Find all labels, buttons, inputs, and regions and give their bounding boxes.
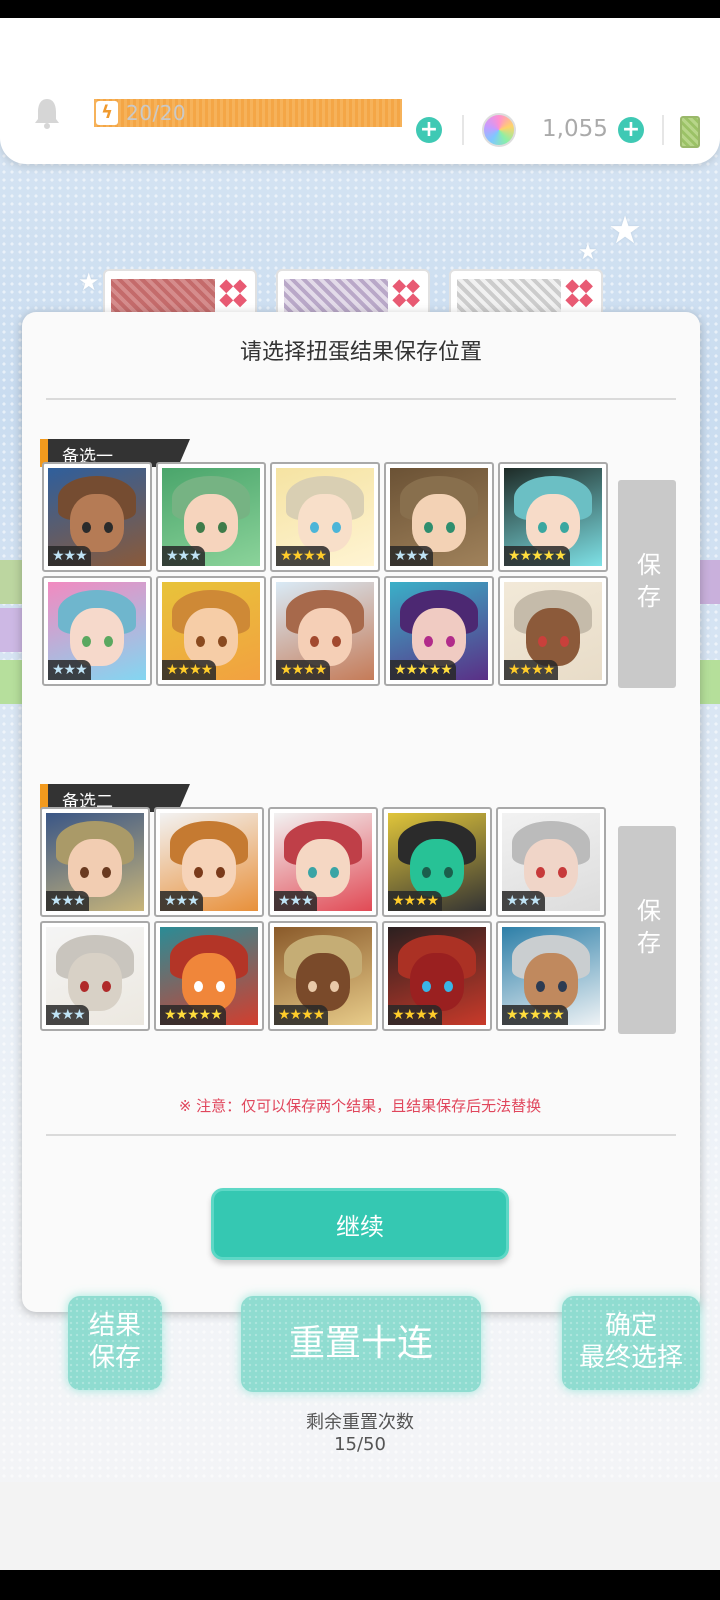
character-card[interactable]: ★★★	[156, 462, 266, 572]
star-icon: ★	[578, 240, 598, 265]
battery-icon	[680, 116, 700, 148]
character-card[interactable]: ★★★★	[270, 462, 380, 572]
add-currency-plus-icon[interactable]: +	[618, 117, 644, 143]
character-card[interactable]: ★★★	[268, 807, 378, 917]
star-rating: ★★★	[502, 891, 545, 911]
character-card[interactable]: ★★★	[384, 462, 494, 572]
slot-one-save-button[interactable]: 保存	[618, 480, 676, 688]
rainbow-orb-icon	[482, 113, 516, 147]
save-result-line2: 保存	[88, 1343, 141, 1373]
star-rating: ★★★	[46, 1005, 89, 1025]
star-rating: ★★★★	[274, 1005, 329, 1025]
game-screen: ϟ 20/20 + 1,055 + ★ ★ ★ ◆◆ ◆◆ ◆◆ ◆◆ ◆◆ ◆◆ 请…	[0, 0, 720, 1600]
divider	[46, 398, 676, 400]
confirm-line2: 最终选择	[578, 1343, 683, 1373]
slot-one-grid: ★★★ ★★★ ★★★★ ★★★ ★★★★★ ★★★ ★★★★ ★★★★ ★★★★★ ★★★★	[42, 462, 608, 686]
bell-icon[interactable]	[32, 96, 62, 130]
character-card[interactable]: ★★★	[496, 807, 606, 917]
character-card[interactable]: ★★★★	[270, 576, 380, 686]
dialog-title: 请选择扭蛋结果保存位置	[239, 340, 482, 365]
star-rating: ★★★★	[276, 546, 331, 566]
continue-button[interactable]: 继续	[211, 1188, 509, 1260]
character-card[interactable]: ★★★	[42, 462, 152, 572]
character-card[interactable]: ★★★★	[268, 921, 378, 1031]
confirm-line1: 确定	[604, 1311, 657, 1341]
star-rating: ★★★	[48, 660, 91, 680]
character-card[interactable]: ★★★★	[382, 807, 492, 917]
star-rating: ★★★★	[388, 891, 443, 911]
add-stamina-plus-icon[interactable]: +	[416, 117, 442, 143]
bottom-bar	[0, 1570, 720, 1600]
currency-value: 1,055	[542, 116, 608, 142]
star-rating: ★★★★★	[390, 660, 456, 680]
save-result-button[interactable]: 结果 保存	[68, 1296, 162, 1390]
star-rating: ★★★	[162, 546, 205, 566]
star-rating: ★★★★	[504, 660, 559, 680]
slot-two-grid: ★★★ ★★★ ★★★ ★★★★ ★★★ ★★★ ★★★★★ ★★★★ ★★★★ ★★★★★	[40, 807, 606, 1031]
star-rating: ★★★★	[388, 1005, 443, 1025]
star-rating: ★★★★	[276, 660, 331, 680]
character-card[interactable]: ★★★	[40, 921, 150, 1031]
star-rating: ★★★	[274, 891, 317, 911]
star-icon: ★	[78, 268, 100, 296]
hud-divider	[662, 115, 664, 145]
warning-note: ※ 注意：仅可以保存两个结果，且结果保存后无法替换	[178, 1097, 542, 1115]
character-card[interactable]: ★★★★★	[384, 576, 494, 686]
character-card[interactable]: ★★★	[42, 576, 152, 686]
star-rating: ★★★★	[162, 660, 217, 680]
top-hud: ϟ 20/20 + 1,055 +	[0, 18, 720, 164]
character-card[interactable]: ★★★★★	[498, 462, 608, 572]
star-rating: ★★★	[160, 891, 203, 911]
character-card[interactable]: ★★★	[154, 807, 264, 917]
reset-ten-pull-button[interactable]: 重置十连	[241, 1296, 481, 1392]
star-rating: ★★★	[48, 546, 91, 566]
save-result-line1: 结果	[88, 1311, 141, 1341]
lightning-icon: ϟ	[96, 101, 118, 125]
confirm-final-choice-button[interactable]: 确定 最终选择	[562, 1296, 700, 1390]
star-rating: ★★★★★	[502, 1005, 568, 1025]
star-rating: ★★★★★	[504, 546, 570, 566]
character-card[interactable]: ★★★★★	[154, 921, 264, 1031]
navigation-bar	[0, 1482, 720, 1570]
stamina-value: 20/20	[126, 101, 187, 125]
slot-two-save-button[interactable]: 保存	[618, 826, 676, 1034]
remaining-resets-count: 15/50	[334, 1434, 386, 1455]
star-icon: ★	[608, 208, 643, 252]
remaining-resets-label: 剩余重置次数	[306, 1412, 414, 1433]
save-position-dialog: 请选择扭蛋结果保存位置 备选一 ★★★ ★★★ ★★★★ ★★★ ★★★★★ ★★★ ★★★…	[22, 312, 700, 1312]
reset-ten-pull-label: 重置十连	[288, 1323, 433, 1364]
character-card[interactable]: ★★★★★	[496, 921, 606, 1031]
character-card[interactable]: ★★★★	[156, 576, 266, 686]
status-bar	[0, 0, 720, 18]
divider	[46, 1134, 676, 1136]
star-rating: ★★★	[390, 546, 433, 566]
character-card[interactable]: ★★★	[40, 807, 150, 917]
character-card[interactable]: ★★★★	[382, 921, 492, 1031]
star-rating: ★★★★★	[160, 1005, 226, 1025]
hud-divider	[462, 115, 464, 145]
character-card[interactable]: ★★★★	[498, 576, 608, 686]
star-rating: ★★★	[46, 891, 89, 911]
